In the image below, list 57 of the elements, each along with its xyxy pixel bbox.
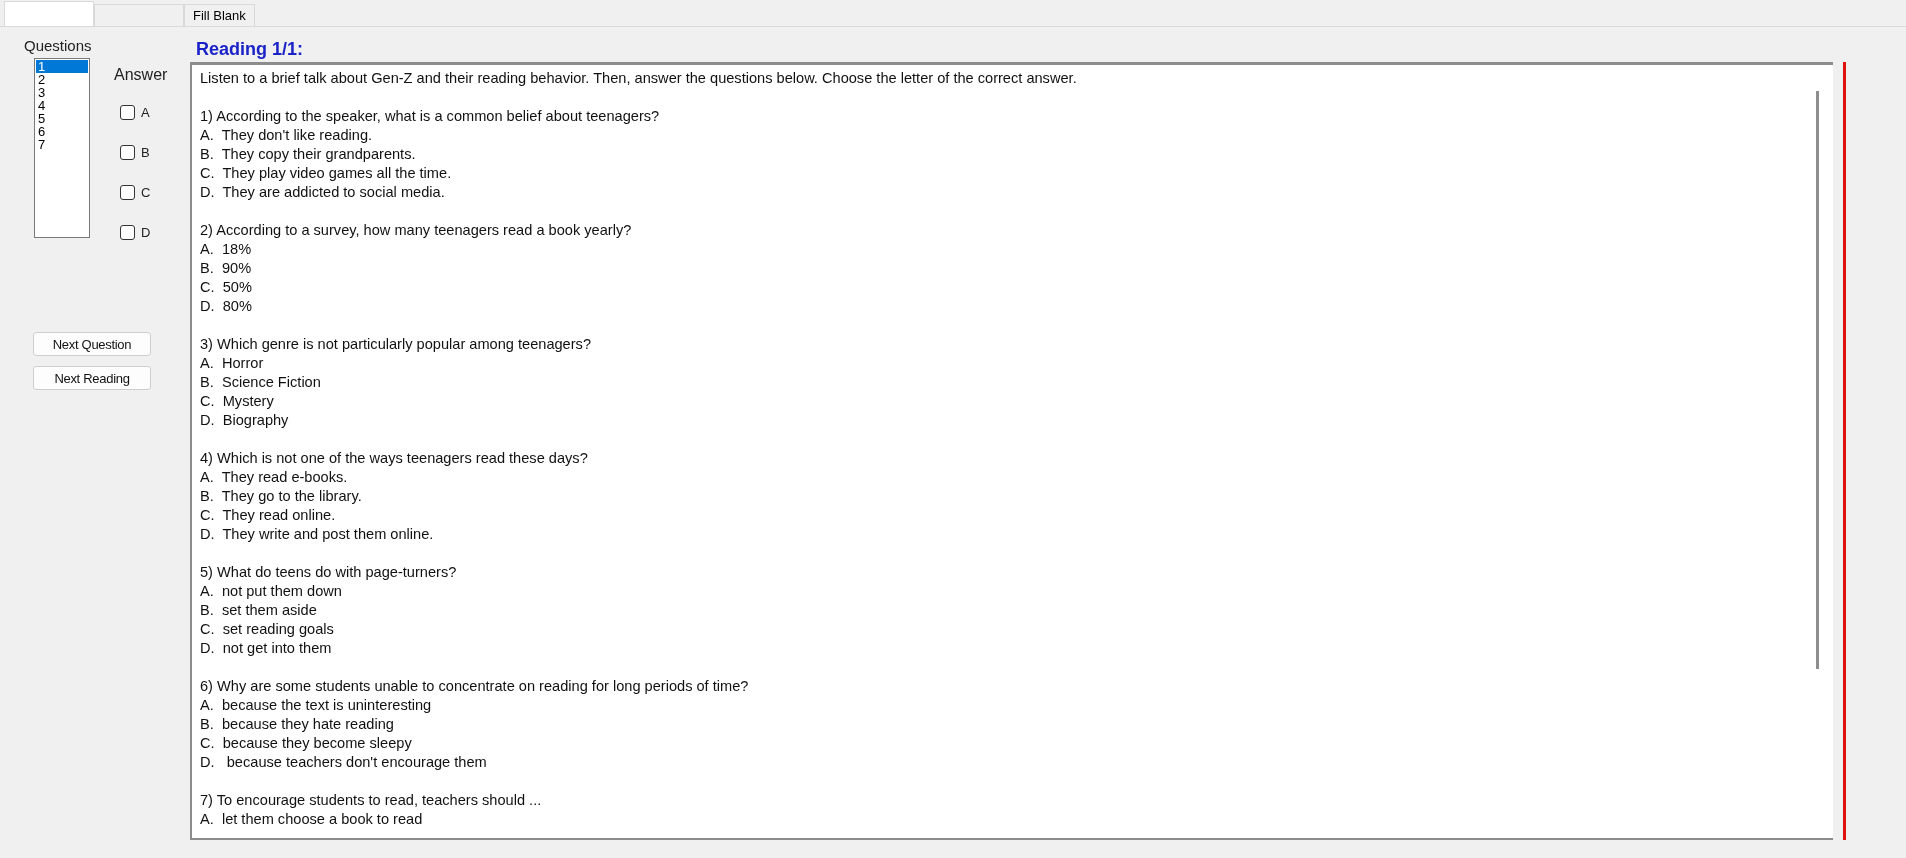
reading-title: Reading 1/1:	[196, 39, 305, 60]
tab[interactable]: Fill Blank	[184, 4, 255, 26]
question-text: 3) Which genre is not particularly popular among teenagers?	[200, 335, 592, 354]
checkbox[interactable]	[120, 224, 135, 240]
option-text: D. not get into them	[200, 639, 333, 658]
option-text: B. set them aside	[200, 601, 318, 620]
question-text: 7) To encourage students to read, teachers should ...	[200, 791, 543, 810]
checkbox-label: C	[141, 184, 151, 200]
answer-label: Answer	[114, 66, 168, 84]
next-button[interactable]: Next Reading	[33, 366, 151, 390]
option-text: C. 50%	[200, 278, 253, 297]
option-text: B. because they hate reading	[200, 715, 395, 734]
reading-text-area[interactable]	[190, 62, 1833, 840]
question-list[interactable]: 1 2 3 4 5 6 7	[34, 58, 90, 238]
checkbox[interactable]	[120, 144, 135, 160]
option-text: D. 80%	[200, 297, 253, 316]
option-text: D. because teachers don't encourage them	[200, 753, 488, 772]
checkbox[interactable]	[120, 184, 135, 200]
option-text: A. not put them down	[200, 582, 343, 601]
option-text: A. 18%	[200, 240, 253, 259]
option-text: C. because they become sleepy	[200, 734, 413, 753]
option-text: C. set reading goals	[200, 620, 335, 639]
question-text: 6) Why are some students unable to concentrate on reading for long periods of time?	[200, 677, 750, 696]
list-item[interactable]: 1	[36, 60, 88, 73]
option-text: C. They play video games all the time.	[200, 164, 453, 183]
list-item[interactable]: 3	[36, 86, 88, 99]
list-item[interactable]: 6	[36, 125, 88, 138]
checkbox-label: A	[141, 104, 150, 120]
checkbox-label: B	[141, 144, 150, 160]
option-text: D. Biography	[200, 411, 290, 430]
option-text: D. They are addicted to social media.	[200, 183, 446, 202]
option-text: B. 90%	[200, 259, 253, 278]
question-text: 5) What do teens do with page-turners?	[200, 563, 458, 582]
option-text: B. Science Fiction	[200, 373, 322, 392]
option-text: A. Horror	[200, 354, 265, 373]
list-item[interactable]: 5	[36, 112, 88, 125]
group-title: Questions	[24, 37, 93, 54]
question-text: 2) According to a survey, how many teenagers read a book yearly?	[200, 221, 633, 240]
list-item[interactable]: 4	[36, 99, 88, 112]
option-text: C. They read online.	[200, 506, 337, 525]
option-text: B. They copy their grandparents.	[200, 145, 417, 164]
question-text: 4) Which is not one of the ways teenagers read these days?	[200, 449, 589, 468]
next-button[interactable]: Next Question	[33, 332, 151, 356]
instructions-text: Listen to a brief talk about Gen-Z and their reading behavior. Then, answer the questions below. Choose the letter of the correct answer.	[200, 69, 1078, 88]
checkbox-label: D	[141, 224, 151, 240]
option-text: C. Mystery	[200, 392, 275, 411]
option-text: A. They read e-books.	[200, 468, 349, 487]
option-text: D. They write and post them online.	[200, 525, 435, 544]
option-text: A. let them choose a book to read	[200, 810, 424, 829]
list-item[interactable]: 7	[36, 138, 88, 151]
list-item[interactable]: 2	[36, 73, 88, 86]
option-text: A. because the text is uninteresting	[200, 696, 433, 715]
checkbox[interactable]	[120, 104, 135, 120]
question-text: 1) According to the speaker, what is a common belief about teenagers?	[200, 107, 661, 126]
option-text: A. They don't like reading.	[200, 126, 374, 145]
option-text: B. They go to the library.	[200, 487, 363, 506]
scrollbar-thumb[interactable]	[1816, 91, 1819, 669]
